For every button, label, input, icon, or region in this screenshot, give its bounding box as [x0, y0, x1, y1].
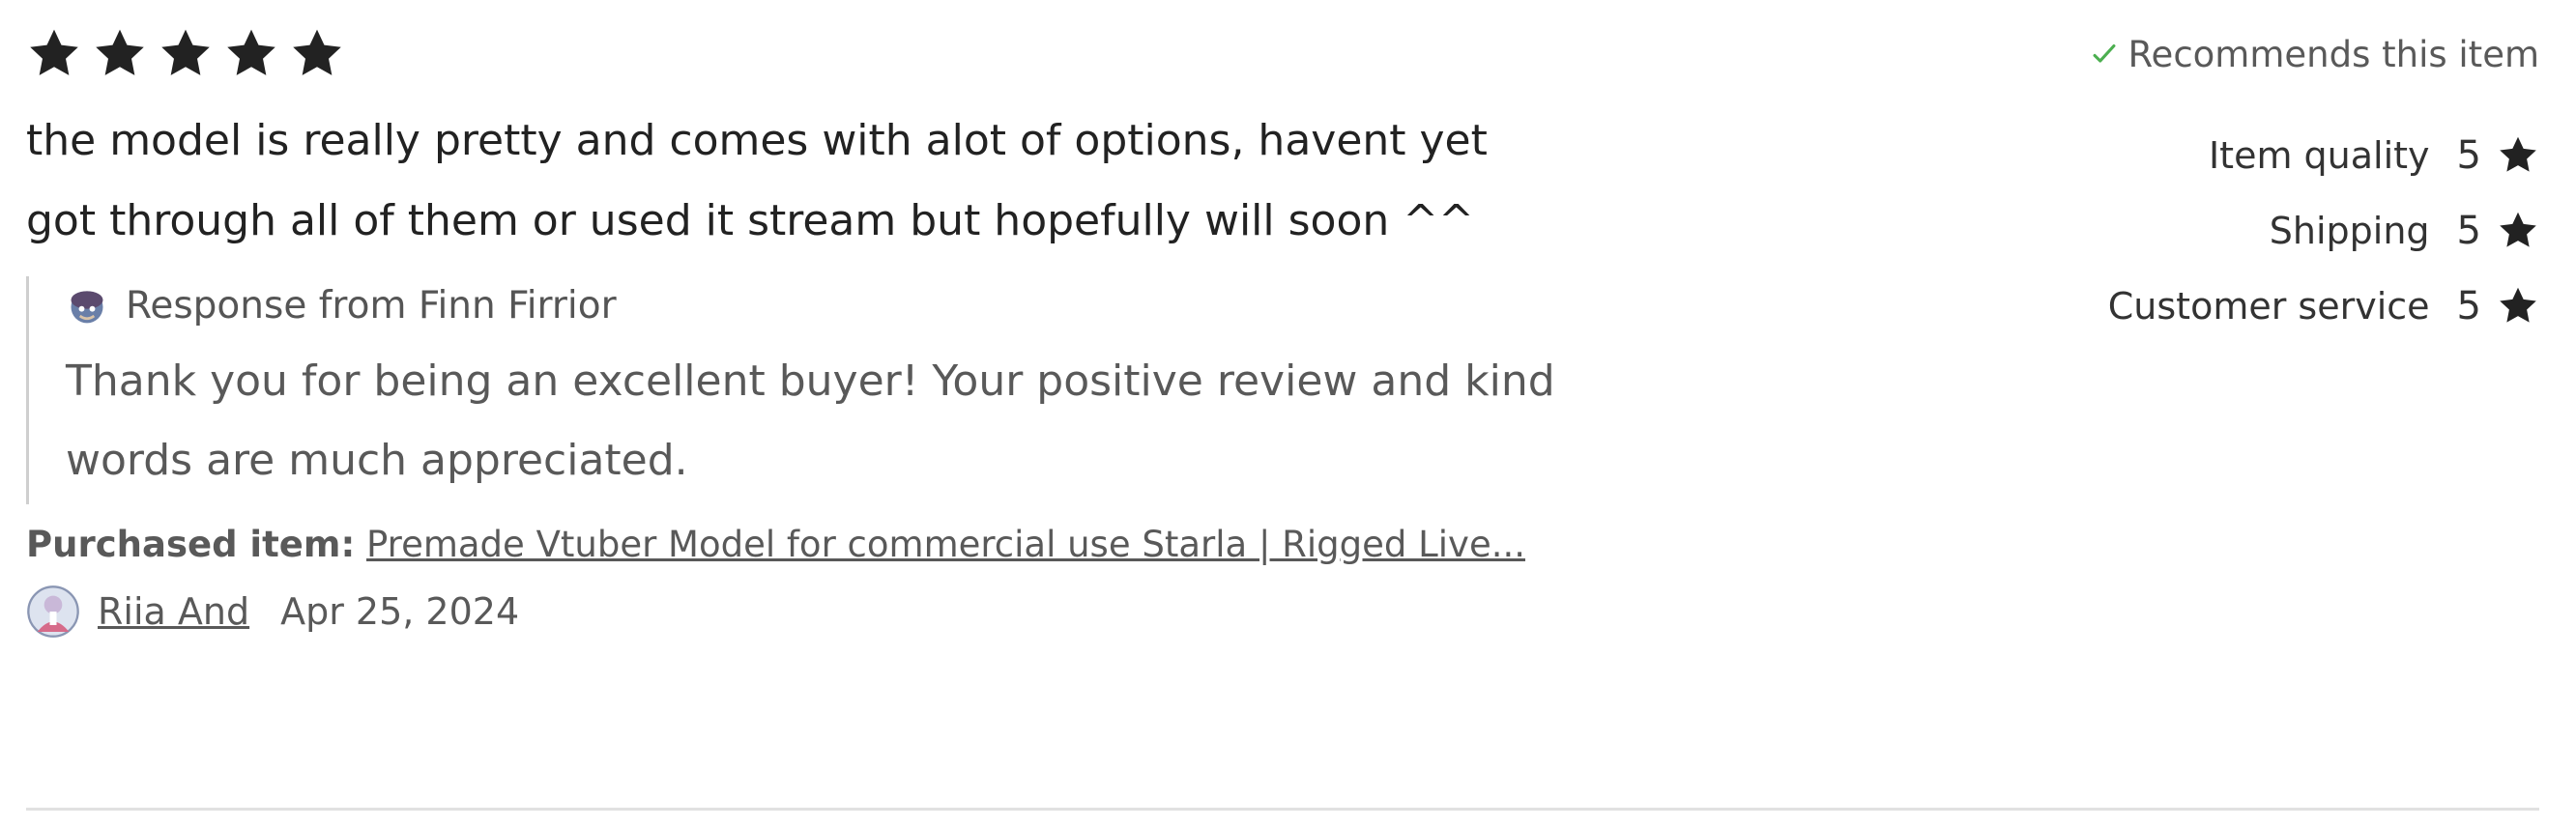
response-text: Thank you for being an excellent buyer! … [66, 356, 1555, 485]
rating-label: Customer service [2107, 285, 2430, 328]
reviewer-info: Riia And Apr 25, 2024 [26, 585, 1573, 639]
reviewer-avatar[interactable] [26, 585, 80, 639]
reviewer-name-link[interactable]: Riia And [98, 590, 249, 633]
star-icon [2497, 285, 2539, 328]
star-icon [2497, 134, 2539, 177]
recommends-label: Recommends this item [2127, 33, 2539, 75]
star-rating [26, 19, 1573, 89]
rating-label: Shipping [2269, 210, 2430, 252]
divider [26, 808, 2539, 811]
rating-row-shipping: Shipping 5 [1863, 193, 2539, 269]
review-sidebar: Recommends this item Item quality 5 Ship… [1863, 27, 2539, 344]
recommends-badge: Recommends this item [1863, 27, 2539, 81]
rating-value: 5 [2456, 284, 2481, 328]
purchased-label: Purchased item: [26, 524, 356, 565]
rating-row-item-quality: Item quality 5 [1863, 118, 2539, 193]
purchased-item: Purchased item: Premade Vtuber Model for… [26, 524, 1553, 565]
purchased-item-link[interactable]: Premade Vtuber Model for commercial use … [366, 524, 1525, 565]
star-icon [158, 26, 214, 82]
star-icon [289, 26, 345, 82]
rating-value: 5 [2456, 133, 2481, 178]
star-icon [2497, 210, 2539, 252]
review-text: the model is really pretty and comes wit… [26, 116, 1488, 245]
response-header: Response from Finn Firrior [66, 276, 1593, 334]
rating-label: Item quality [2208, 134, 2430, 177]
response-title: Response from Finn Firrior [126, 283, 617, 328]
check-icon [2088, 38, 2121, 71]
category-ratings: Item quality 5 Shipping 5 Customer servi… [1863, 118, 2539, 344]
review-date: Apr 25, 2024 [280, 590, 520, 633]
rating-row-customer-service: Customer service 5 [1863, 269, 2539, 344]
star-icon [223, 26, 279, 82]
review-card: the model is really pretty and comes wit… [26, 19, 1573, 639]
rating-value: 5 [2456, 209, 2481, 253]
seller-avatar [66, 284, 108, 327]
star-icon [92, 26, 148, 82]
star-icon [26, 26, 82, 82]
seller-response: Response from Finn Firrior Thank you for… [26, 276, 1593, 504]
